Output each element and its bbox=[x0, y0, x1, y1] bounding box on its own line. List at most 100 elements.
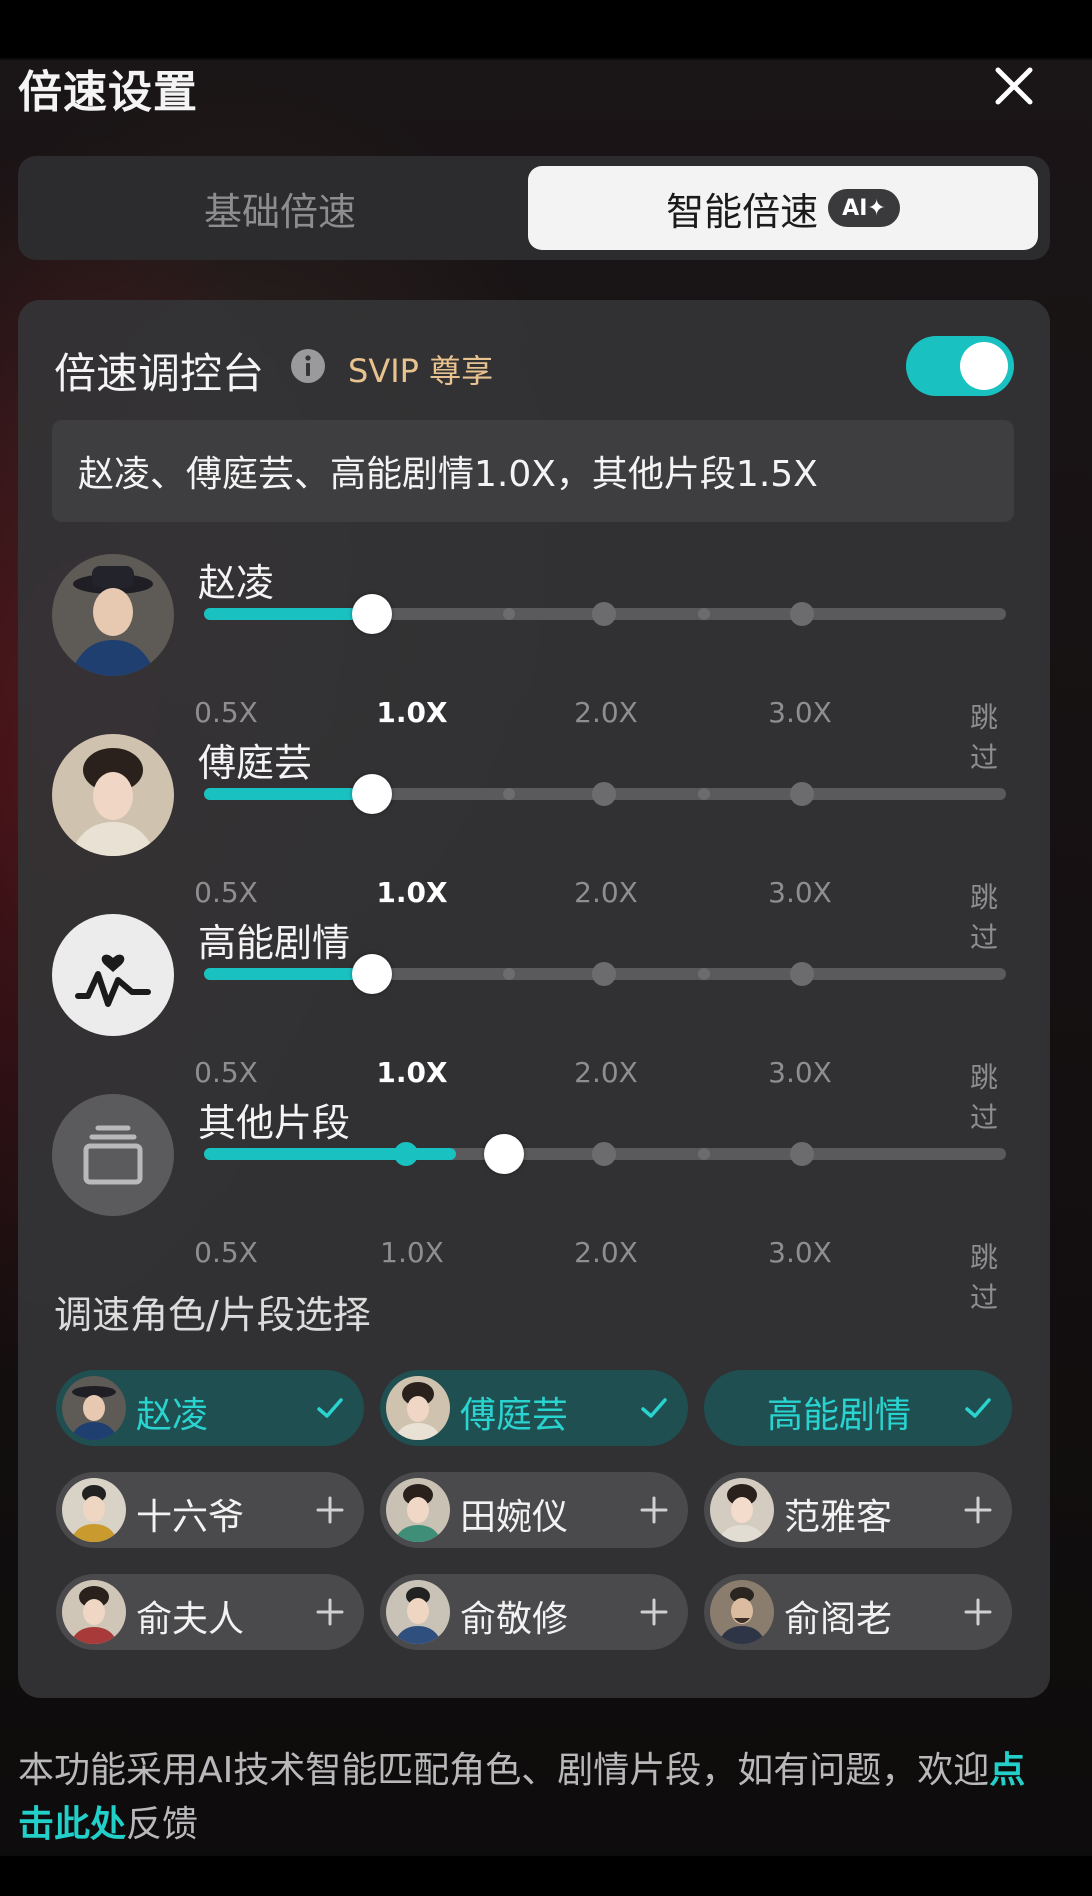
plus-icon bbox=[964, 1598, 992, 1626]
slider-fill bbox=[204, 968, 372, 980]
ai-badge: AI✦ bbox=[828, 189, 900, 227]
scale-label: 0.5X bbox=[194, 876, 258, 909]
scale-label: 2.0X bbox=[574, 1236, 638, 1269]
speed-row-label: 赵凌 bbox=[198, 561, 275, 605]
slider-tick bbox=[790, 782, 814, 806]
slider-tick bbox=[698, 788, 710, 800]
chip-label: 田婉仪 bbox=[460, 1497, 569, 1538]
scale-label: 3.0X bbox=[768, 876, 832, 909]
slider-tick bbox=[790, 962, 814, 986]
chip-label: 十六爷 bbox=[136, 1497, 245, 1538]
scale-label: 1.0X bbox=[376, 1056, 448, 1089]
chip-futingyun[interactable]: 傅庭芸 bbox=[380, 1370, 688, 1446]
slider-tick bbox=[503, 788, 515, 800]
chip-zhaoling[interactable]: 赵凌 bbox=[56, 1370, 364, 1446]
speed-row-zhaoling: 赵凌 0.5X 1.0X 2.0X 3.0X 跳过 bbox=[0, 552, 1092, 774]
scale-label: 1.0X bbox=[376, 696, 448, 729]
chip-yujingxiu[interactable]: 俞敬修 bbox=[380, 1574, 688, 1650]
slider-tick bbox=[790, 1142, 814, 1166]
slider-fill bbox=[204, 608, 372, 620]
close-icon bbox=[995, 67, 1033, 105]
console-title: 倍速调控台 bbox=[54, 349, 265, 398]
zhaoling-avatar bbox=[52, 554, 174, 676]
plus-icon bbox=[316, 1496, 344, 1524]
scale-label: 2.0X bbox=[574, 876, 638, 909]
plus-icon bbox=[316, 1598, 344, 1626]
slider-tick bbox=[303, 1148, 315, 1160]
slider-tick bbox=[503, 968, 515, 980]
info-icon[interactable] bbox=[290, 348, 326, 384]
chip-shiliuye[interactable]: 十六爷 bbox=[56, 1472, 364, 1548]
slider-tick bbox=[503, 608, 515, 620]
tab-basic-label: 基础倍速 bbox=[203, 189, 356, 234]
heartbeat-icon bbox=[52, 914, 174, 1036]
speed-row-futingyun: 傅庭芸 0.5X 1.0X 2.0X 3.0X 跳过 bbox=[0, 732, 1092, 954]
summary-text: 赵凌、傅庭芸、高能剧情1.0X，其他片段1.5X bbox=[78, 454, 818, 495]
chip-tianwanyi[interactable]: 田婉仪 bbox=[380, 1472, 688, 1548]
scale-label: 1.0X bbox=[376, 876, 448, 909]
chip-label: 俞夫人 bbox=[136, 1599, 245, 1640]
speed-row-other: 其他片段 0.5X 1.0X 2.0X 3.0X 跳过 bbox=[0, 1092, 1092, 1314]
check-icon bbox=[965, 1398, 991, 1418]
tab-basic-speed[interactable]: 基础倍速 bbox=[26, 166, 534, 250]
scale-label: 1.0X bbox=[380, 1236, 444, 1269]
speed-row-highlight: 高能剧情 0.5X 1.0X 2.0X 3.0X 跳过 bbox=[0, 912, 1092, 1134]
plus-icon bbox=[964, 1496, 992, 1524]
console-toggle[interactable] bbox=[906, 336, 1014, 396]
chip-label: 赵凌 bbox=[136, 1395, 209, 1436]
chip-label: 俞敬修 bbox=[460, 1599, 569, 1640]
slider-tick bbox=[303, 788, 315, 800]
slider-knob[interactable] bbox=[484, 1134, 524, 1174]
check-icon bbox=[641, 1398, 667, 1418]
chip-avatar bbox=[710, 1478, 774, 1542]
chip-avatar bbox=[62, 1478, 126, 1542]
speed-summary: 赵凌、傅庭芸、高能剧情1.0X，其他片段1.5X bbox=[52, 420, 1014, 522]
slider-tick bbox=[592, 962, 616, 986]
footer-note: 本功能采用AI技术智能匹配角色、剧情片段，如有问题，欢迎点击此处反馈 bbox=[18, 1744, 1058, 1852]
footer-text-end: 反馈 bbox=[126, 1804, 199, 1845]
scale-label: 0.5X bbox=[194, 1056, 258, 1089]
speed-slider[interactable]: 0.5X 1.0X 2.0X 3.0X 跳过 bbox=[194, 594, 1006, 774]
slider-tick bbox=[698, 608, 710, 620]
scale-label: 2.0X bbox=[574, 696, 638, 729]
scale-label: 3.0X bbox=[768, 1236, 832, 1269]
speed-mode-tabs: 基础倍速 智能倍速 AI✦ bbox=[18, 156, 1050, 260]
speed-slider[interactable]: 0.5X 1.0X 2.0X 3.0X 跳过 bbox=[194, 954, 1006, 1134]
close-button[interactable] bbox=[984, 56, 1044, 116]
chip-yufuren[interactable]: 俞夫人 bbox=[56, 1574, 364, 1650]
scale-label: 3.0X bbox=[768, 1056, 832, 1089]
slider-tick bbox=[592, 782, 616, 806]
plus-icon bbox=[640, 1496, 668, 1524]
slider-knob[interactable] bbox=[352, 954, 392, 994]
chip-avatar bbox=[62, 1580, 126, 1644]
chip-avatar bbox=[386, 1376, 450, 1440]
chip-avatar bbox=[710, 1580, 774, 1644]
slider-tick bbox=[698, 968, 710, 980]
scale-label: 0.5X bbox=[194, 696, 258, 729]
speed-row-label: 傅庭芸 bbox=[198, 741, 313, 785]
slider-tick bbox=[592, 1142, 616, 1166]
slider-tick bbox=[394, 1142, 418, 1166]
slider-fill bbox=[204, 1148, 456, 1160]
scale-label: 2.0X bbox=[574, 1056, 638, 1089]
tab-smart-label: 智能倍速 bbox=[666, 189, 819, 234]
chip-label: 傅庭芸 bbox=[460, 1395, 569, 1436]
slider-fill bbox=[204, 788, 372, 800]
slider-tick bbox=[592, 602, 616, 626]
chip-avatar bbox=[386, 1478, 450, 1542]
chip-avatar bbox=[386, 1580, 450, 1644]
scale-label: 3.0X bbox=[768, 696, 832, 729]
chip-highlight[interactable]: 高能剧情 bbox=[704, 1370, 1012, 1446]
selection-title: 调速角色/片段选择 bbox=[54, 1293, 371, 1337]
scale-label: 0.5X bbox=[194, 1236, 258, 1269]
slider-tick bbox=[790, 602, 814, 626]
tab-smart-speed[interactable]: 智能倍速 AI✦ bbox=[528, 166, 1038, 250]
chip-fanyake[interactable]: 范雅客 bbox=[704, 1472, 1012, 1548]
speed-slider[interactable]: 0.5X 1.0X 2.0X 3.0X 跳过 bbox=[194, 1134, 1006, 1314]
slider-knob[interactable] bbox=[352, 594, 392, 634]
slider-knob[interactable] bbox=[352, 774, 392, 814]
chip-yugelao[interactable]: 俞阁老 bbox=[704, 1574, 1012, 1650]
speed-slider[interactable]: 0.5X 1.0X 2.0X 3.0X 跳过 bbox=[194, 774, 1006, 954]
speed-row-label: 其他片段 bbox=[198, 1101, 351, 1145]
chip-label: 范雅客 bbox=[784, 1497, 893, 1538]
